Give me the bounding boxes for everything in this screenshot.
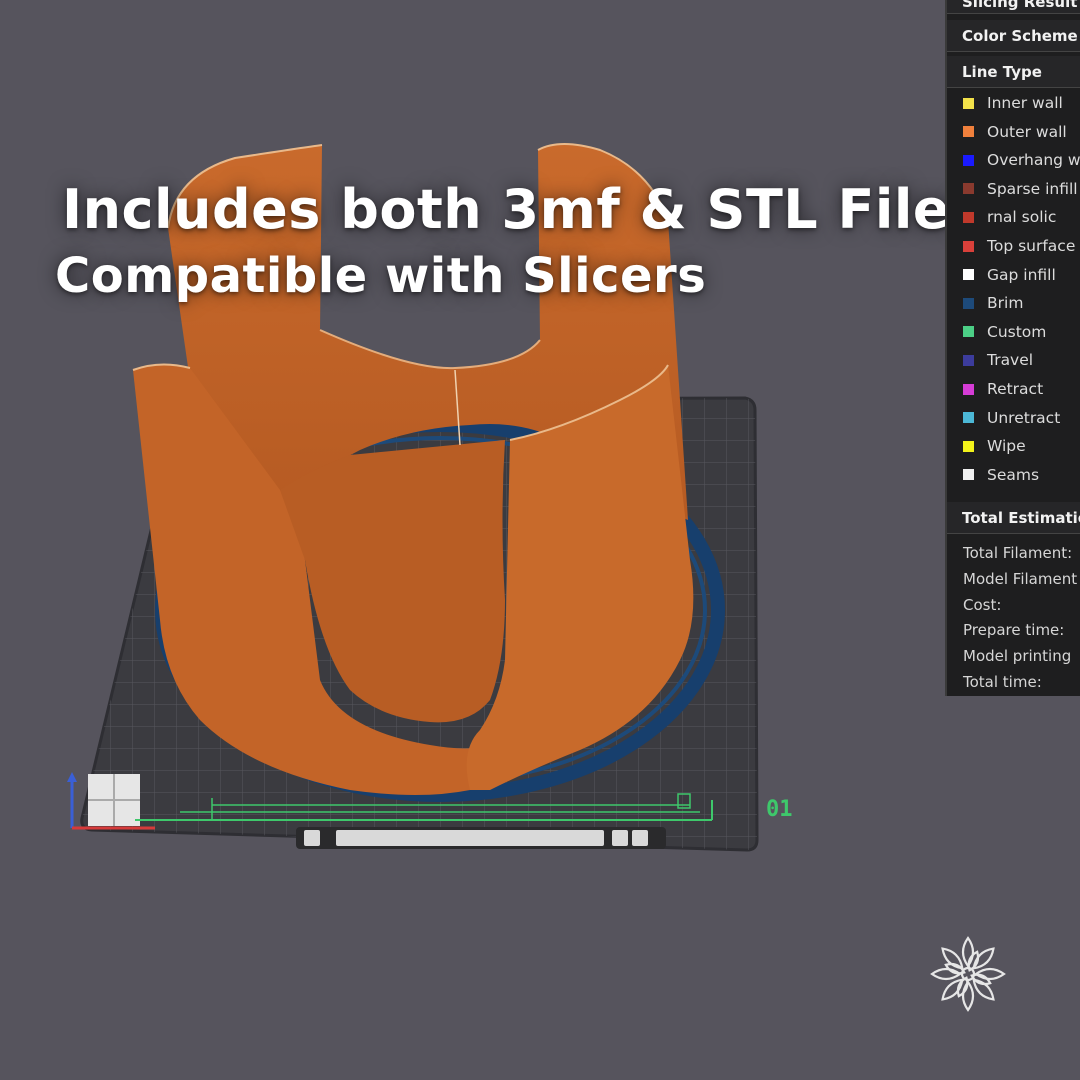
printed-model [132,143,694,795]
bulb-icon[interactable] [612,830,628,846]
legend-item[interactable]: Seams [963,464,1039,486]
estimation-row: Total time: [963,673,1042,691]
legend-label: Top surface [987,237,1076,255]
legend-swatch [963,97,974,109]
legend-item[interactable]: Retract [963,378,1043,400]
color-scheme-selector[interactable]: Color Scheme [947,20,1080,52]
slicer-viewport[interactable] [0,0,1080,1080]
legend-item[interactable]: Custom [963,321,1046,343]
legend-item[interactable]: Brim [963,292,1023,314]
legend-item[interactable]: Overhang w [963,149,1080,171]
legend-item[interactable]: Gap infill [963,264,1056,286]
legend-swatch [963,126,974,138]
legend-item[interactable]: Outer wall [963,121,1067,143]
layer-info-field [336,830,604,846]
legend-item[interactable]: Travel [963,349,1033,371]
layer-number: 01 [766,797,793,822]
legend-swatch [963,383,974,395]
legend-label: rnal solic [987,208,1057,227]
settings-icon[interactable] [632,830,648,846]
slicing-result-title: Slicing Result [947,0,1080,14]
legend-label: Seams [987,465,1040,484]
legend-swatch [963,326,974,338]
legend-label: Wipe [987,437,1026,456]
headline: Includes both 3mf & STL Files [62,178,983,241]
legend-swatch [963,412,974,424]
legend-swatch [963,154,974,166]
estimation-row: Model printing [963,647,1072,666]
slicing-result-panel: Slicing Result Color Scheme Line Type In… [945,0,1080,696]
line-type-header: Line Type [947,56,1080,88]
legend-item[interactable]: Inner wall [963,92,1063,114]
bottom-toolbar [296,827,666,849]
legend-label: Retract [987,380,1044,398]
subheadline: Compatible with Slicers [55,248,707,304]
legend-label: Gap infill [987,265,1056,284]
legend-swatch [963,269,974,281]
legend-item[interactable]: Top surface [963,235,1075,257]
total-estimation-header: Total Estimatio [947,502,1080,534]
legend-swatch [963,297,974,309]
legend-label: Unretract [987,408,1061,427]
estimation-row: Total Filament: [963,544,1073,562]
legend-swatch [963,183,974,195]
legend-item[interactable]: Sparse infill [963,178,1078,200]
legend-item[interactable]: rnal solic [963,206,1056,228]
legend-swatch [963,240,974,252]
legend-item[interactable]: Wipe [963,435,1026,457]
legend-label: Brim [987,294,1024,313]
legend-label: Outer wall [987,122,1067,141]
slicer-scene: Includes both 3mf & STL Files Compatible… [0,0,1080,1080]
legend-label: Travel [987,351,1034,370]
legend-swatch [963,211,974,223]
legend-swatch [963,469,974,481]
legend-label: Sparse infill [987,179,1078,198]
estimation-row: Model Filament [963,569,1078,588]
legend-swatch [963,440,974,452]
legend-label: Custom [987,322,1047,341]
layout-icon[interactable] [304,830,320,846]
legend-label: Inner wall [987,94,1063,112]
estimation-row: Cost: [963,595,1002,614]
legend-item[interactable]: Unretract [963,407,1060,429]
legend-swatch [963,354,974,366]
legend-label: Overhang w [987,151,1080,170]
estimation-row: Prepare time: [963,621,1065,640]
lotus-flower-icon [930,936,1006,1012]
